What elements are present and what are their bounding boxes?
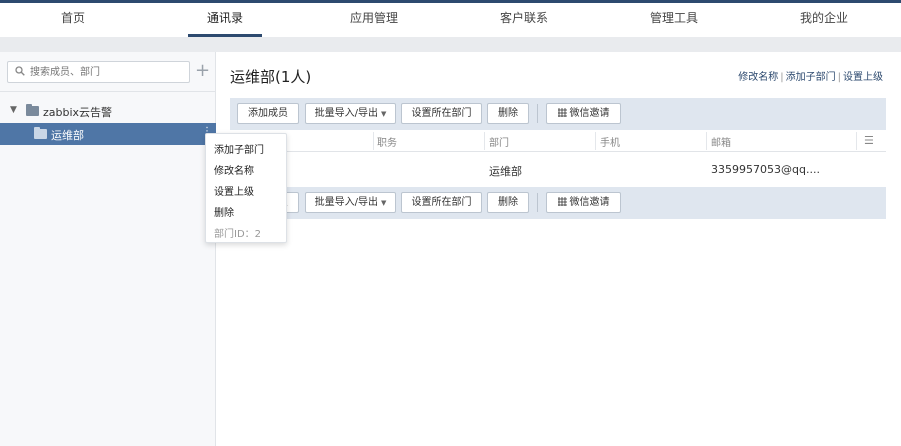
column-header-email[interactable]: 邮箱 [711, 134, 731, 149]
wechat-invite-label: 微信邀请 [569, 108, 610, 119]
top-navigation: 首页 通讯录 应用管理 客户联系 管理工具 我的企业 [0, 3, 901, 37]
folder-icon [34, 127, 47, 139]
column-header-title[interactable]: 职务 [377, 134, 397, 149]
divider [537, 104, 538, 123]
set-parent-link[interactable]: 设置上级 [843, 72, 883, 83]
menu-item-delete[interactable]: 删除 [214, 204, 234, 219]
menu-item-add-sub-dept[interactable]: 添加子部门 [214, 141, 264, 156]
table-header: 姓名 职务 部门 手机 邮箱 ☰ [230, 130, 886, 152]
rename-link[interactable]: 修改名称 [738, 72, 778, 83]
divider [0, 91, 216, 92]
wechat-invite-button[interactable]: 微信邀请 [546, 192, 621, 213]
column-header-phone[interactable]: 手机 [600, 134, 620, 149]
tab-home[interactable]: 首页 [36, 3, 110, 37]
tab-app-management[interactable]: 应用管理 [337, 3, 411, 37]
wechat-invite-button[interactable]: 微信邀请 [546, 103, 621, 124]
add-member-button[interactable]: 添加成员 [237, 103, 299, 124]
page-band [0, 37, 901, 52]
delete-button[interactable]: 删除 [487, 192, 529, 213]
divider [484, 132, 485, 150]
divider [706, 132, 707, 150]
column-header-dept[interactable]: 部门 [489, 134, 509, 149]
caret-down-icon[interactable]: ▼ [10, 105, 17, 115]
tab-management-tools[interactable]: 管理工具 [637, 3, 711, 37]
chevron-down-icon: ▼ [380, 199, 387, 207]
menu-item-rename[interactable]: 修改名称 [214, 162, 254, 177]
search-input[interactable] [30, 62, 185, 82]
tree-item-selected[interactable]: 运维部 ⋮ [0, 123, 216, 145]
department-sidebar: + ▼ zabbix云告警 运维部 ⋮ [0, 52, 216, 446]
set-department-button[interactable]: 设置所在部门 [401, 192, 482, 213]
column-settings-icon[interactable]: ☰ [864, 134, 874, 147]
tab-customer-contact[interactable]: 客户联系 [487, 3, 561, 37]
cell-email: 3359957053@qq.... [711, 163, 820, 176]
delete-button[interactable]: 删除 [487, 103, 529, 124]
dept-id-text: 部门ID：2 [214, 229, 262, 240]
search-icon [15, 66, 25, 76]
menu-item-set-parent[interactable]: 设置上级 [214, 183, 254, 198]
divider [856, 132, 857, 150]
divider [595, 132, 596, 150]
chevron-down-icon: ▼ [380, 110, 387, 118]
divider: | [780, 72, 784, 83]
batch-label: 批量导入/导出 [314, 197, 378, 208]
tree-item-label: 运维部 [51, 129, 84, 142]
batch-import-export-button[interactable]: 批量导入/导出 ▼ [305, 192, 396, 213]
tab-contacts[interactable]: 通讯录 [188, 3, 262, 37]
divider: | [837, 72, 841, 83]
department-context-menu: 添加子部门 修改名称 设置上级 删除 部门ID：2 [205, 133, 287, 243]
page-title: 运维部(1人) [230, 68, 312, 86]
divider [373, 132, 374, 150]
set-department-button[interactable]: 设置所在部门 [401, 103, 482, 124]
wechat-invite-label: 微信邀请 [569, 197, 610, 208]
add-sub-dept-link[interactable]: 添加子部门 [786, 72, 836, 83]
batch-import-export-button[interactable]: 批量导入/导出 ▼ [305, 103, 396, 124]
toolbar-top: 添加成员 批量导入/导出 ▼ 设置所在部门 删除 微信邀请 [230, 98, 886, 130]
tree-item-root[interactable]: ▼ zabbix云告警 [0, 102, 216, 120]
search-box[interactable] [7, 61, 190, 83]
qr-icon [557, 108, 567, 117]
table-row[interactable]: 运维部 3359957053@qq.... [230, 153, 886, 187]
plus-icon[interactable]: + [195, 62, 210, 80]
header-links: 修改名称 | 添加子部门 | 设置上级 [738, 68, 883, 83]
toolbar-bottom: 添加成员 批量导入/导出▼ 设置所在部门 删除 微信邀请 [230, 187, 886, 219]
cell-dept: 运维部 [489, 165, 522, 178]
main-panel: 运维部(1人) 修改名称 | 添加子部门 | 设置上级 添加成员 批量导入/导出 ▼ 设置… [217, 52, 901, 446]
qr-icon [557, 197, 567, 206]
tree-item-label: zabbix云告警 [43, 106, 113, 119]
batch-label: 批量导入/导出 [314, 108, 378, 119]
divider [537, 193, 538, 212]
folder-icon [26, 104, 39, 116]
tab-my-enterprise[interactable]: 我的企业 [787, 3, 861, 37]
